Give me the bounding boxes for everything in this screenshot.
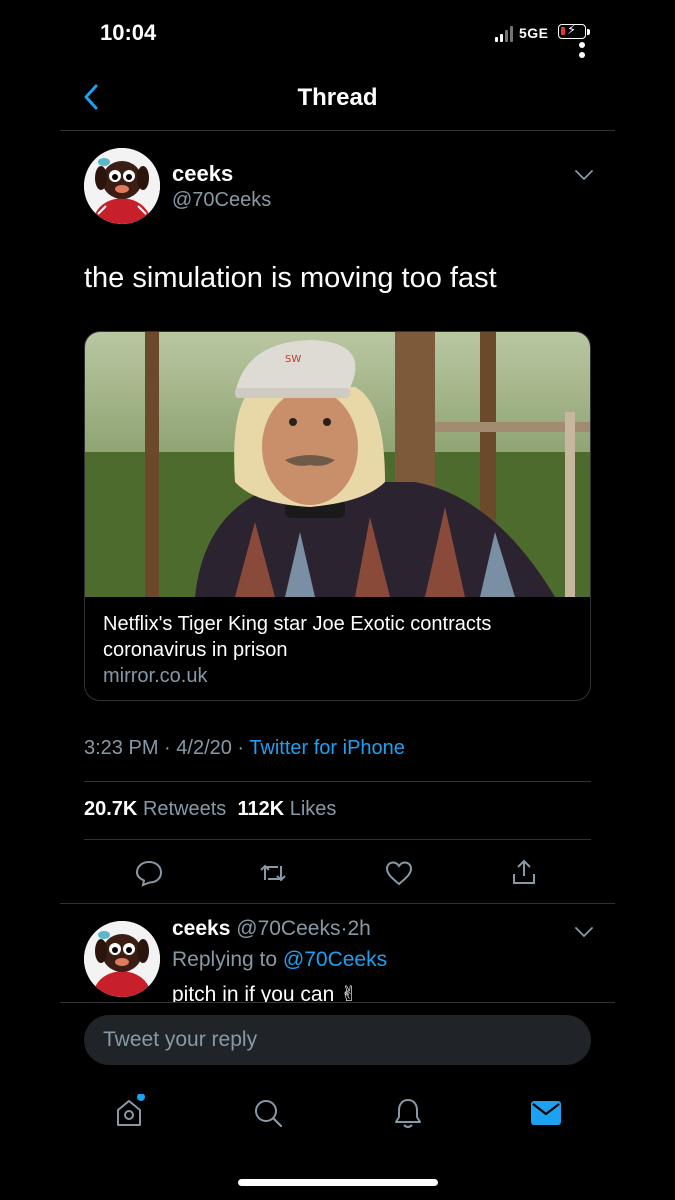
- search-icon: [255, 1100, 283, 1128]
- battery-cap: [587, 29, 590, 35]
- likes-stat[interactable]: 112K Likes: [237, 798, 336, 820]
- actions-divider: [60, 903, 615, 904]
- retweets-stat[interactable]: 20.7K Retweets: [84, 798, 226, 820]
- share-button[interactable]: [509, 857, 539, 887]
- retweet-button[interactable]: [258, 858, 288, 888]
- meta-divider: [84, 781, 591, 782]
- chevron-down-icon: [575, 927, 593, 938]
- stats-divider: [84, 839, 591, 840]
- home-icon: [117, 1093, 145, 1126]
- author-name[interactable]: ceeks: [172, 161, 233, 187]
- reply-divider: [60, 1002, 615, 1003]
- replying-handle-link[interactable]: @70Ceeks: [283, 948, 387, 971]
- tweet-timestamp: 3:23 PM · 4/2/20 · Twitter for iPhone: [84, 737, 405, 759]
- heart-icon: [385, 861, 413, 886]
- tweet-source-link[interactable]: Twitter for iPhone: [249, 737, 405, 759]
- reply-text: pitch in if you can ✌: [172, 983, 358, 1002]
- like-button[interactable]: [384, 858, 414, 888]
- signal-icon: [495, 24, 515, 42]
- reply-text-clip: pitch in if you can ✌: [172, 980, 592, 1002]
- tab-messages[interactable]: [530, 1099, 562, 1131]
- reply-compose-field[interactable]: Tweet your reply: [84, 1015, 591, 1065]
- tweet-time: 3:23 PM: [84, 737, 159, 759]
- battery-icon: ⚡: [558, 22, 586, 39]
- avatar-image: [84, 148, 160, 224]
- bell-icon: [395, 1099, 421, 1128]
- tab-home[interactable]: [113, 1093, 145, 1126]
- share-icon: [513, 859, 535, 884]
- chevron-down-icon: [575, 170, 593, 181]
- tweet-menu-button[interactable]: [574, 168, 594, 181]
- retweets-count: 20.7K: [84, 798, 138, 820]
- author-avatar[interactable]: [84, 148, 160, 224]
- reply-menu-button[interactable]: [574, 925, 594, 938]
- card-domain: mirror.co.uk: [103, 665, 208, 687]
- reply-age: 2h: [347, 917, 371, 940]
- reply-compose-placeholder: Tweet your reply: [103, 1028, 258, 1051]
- tab-notifications[interactable]: [392, 1096, 424, 1128]
- card-title: Netflix's Tiger King star Joe Exotic con…: [103, 613, 492, 661]
- network-label: 5GE: [519, 25, 549, 41]
- page-title: Thread: [297, 84, 378, 111]
- retweets-label: Retweets: [142, 798, 227, 820]
- avatar-image: [84, 921, 160, 997]
- tweet-text: the simulation is moving too fast: [84, 262, 497, 294]
- status-time: 10:04: [100, 20, 157, 45]
- reply-author-name[interactable]: ceeks: [172, 917, 230, 940]
- tweet-date: 4/2/20: [176, 737, 232, 759]
- link-card[interactable]: SW Netflix's Tiger King star Joe Exotic …: [84, 331, 591, 701]
- header-divider: [60, 130, 615, 131]
- likes-label: Likes: [289, 798, 337, 820]
- reply-author-handle[interactable]: @70Ceeks: [236, 917, 340, 940]
- tab-search[interactable]: [252, 1097, 284, 1129]
- envelope-icon: [531, 1101, 561, 1125]
- tweet-stats: 20.7K Retweets 112K Likes: [84, 798, 336, 821]
- home-indicator[interactable]: [238, 1179, 438, 1186]
- reply-button[interactable]: [134, 858, 164, 888]
- likes-count: 112K: [237, 798, 285, 820]
- card-image: SW: [85, 332, 590, 597]
- replying-to: Replying to @70Ceeks: [172, 948, 387, 972]
- overflow-dots-icon: [579, 42, 585, 58]
- replying-prefix: Replying to: [172, 948, 278, 971]
- author-handle[interactable]: @70Ceeks: [172, 189, 271, 212]
- reply-header: ceeks @70Ceeks·2h: [172, 917, 371, 941]
- retweet-icon: [260, 864, 286, 882]
- svg-text:SW: SW: [285, 354, 301, 365]
- speech-bubble-icon: [135, 860, 163, 887]
- reply-avatar[interactable]: [84, 921, 160, 997]
